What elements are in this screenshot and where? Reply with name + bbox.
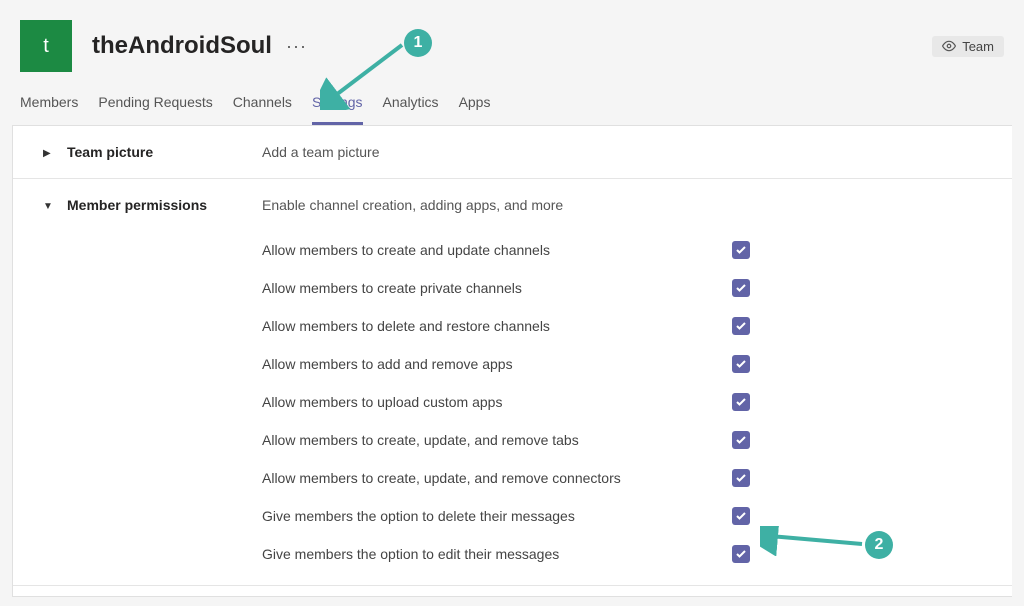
permission-row: Allow members to create, update, and rem…: [262, 421, 982, 459]
permission-row: Allow members to delete and restore chan…: [262, 307, 982, 345]
caret-right-icon: ▶: [43, 148, 55, 159]
tab-members[interactable]: Members: [20, 84, 78, 125]
team-visibility-badge[interactable]: Team: [932, 36, 1004, 57]
checkmark-icon: [735, 510, 747, 522]
eye-icon: [942, 39, 956, 53]
checkmark-icon: [735, 396, 747, 408]
annotation-callout-2: 2: [865, 531, 893, 559]
checkmark-icon: [735, 472, 747, 484]
permission-label: Allow members to delete and restore chan…: [262, 318, 732, 334]
caret-down-icon: ▼: [43, 201, 55, 212]
checkmark-icon: [735, 244, 747, 256]
section-title: Team picture: [67, 144, 262, 160]
team-badge-label: Team: [962, 39, 994, 54]
more-options-icon[interactable]: ···: [286, 36, 307, 57]
annotation-arrow-2: [760, 526, 870, 556]
section-header-team-picture[interactable]: ▶ Team picture Add a team picture: [13, 126, 1012, 178]
permission-label: Give members the option to delete their …: [262, 508, 732, 524]
permission-label: Allow members to create private channels: [262, 280, 732, 296]
permission-checkbox[interactable]: [732, 545, 750, 563]
permission-checkbox[interactable]: [732, 469, 750, 487]
permission-row: Allow members to create, update, and rem…: [262, 459, 982, 497]
permission-row: Allow members to add and remove apps: [262, 345, 982, 383]
section-team-picture: ▶ Team picture Add a team picture: [13, 126, 1012, 179]
permission-label: Give members the option to edit their me…: [262, 546, 732, 562]
permission-checkbox[interactable]: [732, 507, 750, 525]
checkmark-icon: [735, 358, 747, 370]
permission-label: Allow members to add and remove apps: [262, 356, 732, 372]
section-description: Add a team picture: [262, 144, 380, 160]
checkmark-icon: [735, 282, 747, 294]
annotation-callout-1: 1: [404, 29, 432, 57]
section-description: Enable channel creation, adding apps, an…: [262, 197, 563, 213]
permission-label: Allow members to create and update chann…: [262, 242, 732, 258]
permission-checkbox[interactable]: [732, 241, 750, 259]
team-avatar: t: [20, 20, 72, 72]
permission-checkbox[interactable]: [732, 317, 750, 335]
tab-bar: Members Pending Requests Channels Settin…: [0, 84, 1024, 125]
permission-checkbox[interactable]: [732, 355, 750, 373]
permission-label: Allow members to create, update, and rem…: [262, 470, 732, 486]
permission-row: Give members the option to delete their …: [262, 497, 982, 535]
permission-checkbox[interactable]: [732, 393, 750, 411]
permission-row: Allow members to create and update chann…: [262, 231, 982, 269]
checkmark-icon: [735, 320, 747, 332]
team-header: t theAndroidSoul ··· Team: [0, 0, 1024, 84]
section-header-member-permissions[interactable]: ▼ Member permissions Enable channel crea…: [13, 179, 1012, 231]
permission-checkbox[interactable]: [732, 279, 750, 297]
tab-channels[interactable]: Channels: [233, 84, 292, 125]
permission-label: Allow members to upload custom apps: [262, 394, 732, 410]
section-member-permissions: ▼ Member permissions Enable channel crea…: [13, 179, 1012, 586]
checkmark-icon: [735, 548, 747, 560]
permission-row: Allow members to upload custom apps: [262, 383, 982, 421]
permission-label: Allow members to create, update, and rem…: [262, 432, 732, 448]
tab-pending-requests[interactable]: Pending Requests: [98, 84, 212, 125]
team-name: theAndroidSoul: [92, 32, 272, 60]
checkmark-icon: [735, 434, 747, 446]
annotation-arrow-1: [320, 40, 410, 110]
permission-row: Allow members to create private channels: [262, 269, 982, 307]
permission-checkbox[interactable]: [732, 431, 750, 449]
section-title: Member permissions: [67, 197, 262, 213]
tab-apps[interactable]: Apps: [459, 84, 491, 125]
